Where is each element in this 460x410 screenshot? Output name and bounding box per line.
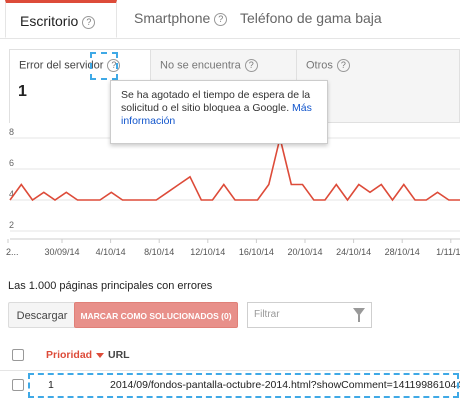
tab-telefono-gama-baja[interactable]: Teléfono de gama baja xyxy=(240,0,382,38)
sort-desc-icon xyxy=(96,352,105,358)
x-tick-label: 20/10/14 xyxy=(287,247,322,257)
filter-icon xyxy=(353,308,365,322)
tab-escritorio[interactable]: Escritorio? xyxy=(5,0,117,38)
x-tick-label: 28/10/14 xyxy=(385,247,420,257)
card-title: No se encuentra? xyxy=(160,59,258,72)
y-tick-label: 2 xyxy=(9,220,14,230)
help-icon-highlight xyxy=(90,52,118,80)
device-tabs: Escritorio? Smartphone? Teléfono de gama… xyxy=(0,0,460,39)
filter-input[interactable]: Filtrar xyxy=(247,302,372,328)
help-icon[interactable]: ? xyxy=(82,15,96,29)
filter-placeholder: Filtrar xyxy=(254,309,280,320)
url-column-header: URL xyxy=(108,349,130,361)
x-tick-label: 8/10/14 xyxy=(144,247,174,257)
mark-fixed-button[interactable]: MARCAR COMO SOLUCIONADOS (0) xyxy=(74,302,238,328)
help-icon[interactable]: ? xyxy=(336,59,350,72)
x-tick-label: 4/10/14 xyxy=(96,247,126,257)
summary-text: Las 1.000 páginas principales con errore… xyxy=(8,280,213,292)
help-tooltip: Se ha agotado el tiempo de espera de la … xyxy=(110,80,328,144)
error-count: 1 xyxy=(18,83,27,100)
priority-column-header[interactable]: Prioridad xyxy=(46,349,105,361)
tab-smartphone[interactable]: Smartphone? xyxy=(134,0,228,38)
x-tick-label: 12/10/14 xyxy=(190,247,225,257)
tooltip-text: Se ha agotado el tiempo de espera de la … xyxy=(121,89,311,114)
tab-label: Teléfono de gama baja xyxy=(240,10,382,26)
y-tick-label: 6 xyxy=(9,158,14,168)
errors-line-chart: 86422... 30/09/14 4/10/14 8/10/14 12/10/14 16… xyxy=(6,128,460,257)
y-tick-label: 8 xyxy=(9,128,14,137)
tab-label: Smartphone xyxy=(134,10,211,26)
help-icon[interactable]: ? xyxy=(214,12,228,26)
row-checkbox[interactable] xyxy=(12,379,24,391)
x-tick-label: 24/10/14 xyxy=(336,247,371,257)
tab-label: Escritorio xyxy=(20,13,79,29)
download-button[interactable]: Descargar xyxy=(8,302,76,328)
x-tick-label: 2... xyxy=(6,247,19,257)
x-tick-label: 30/09/14 xyxy=(44,247,79,257)
card-title: Otros? xyxy=(306,59,350,72)
help-icon[interactable]: ? xyxy=(244,59,258,72)
row-highlight xyxy=(28,373,459,398)
table-header: Prioridad URL xyxy=(0,340,460,371)
x-tick-label: 1/11/14 xyxy=(436,247,460,257)
select-all-checkbox[interactable] xyxy=(12,349,24,361)
x-tick-label: 16/10/14 xyxy=(239,247,274,257)
